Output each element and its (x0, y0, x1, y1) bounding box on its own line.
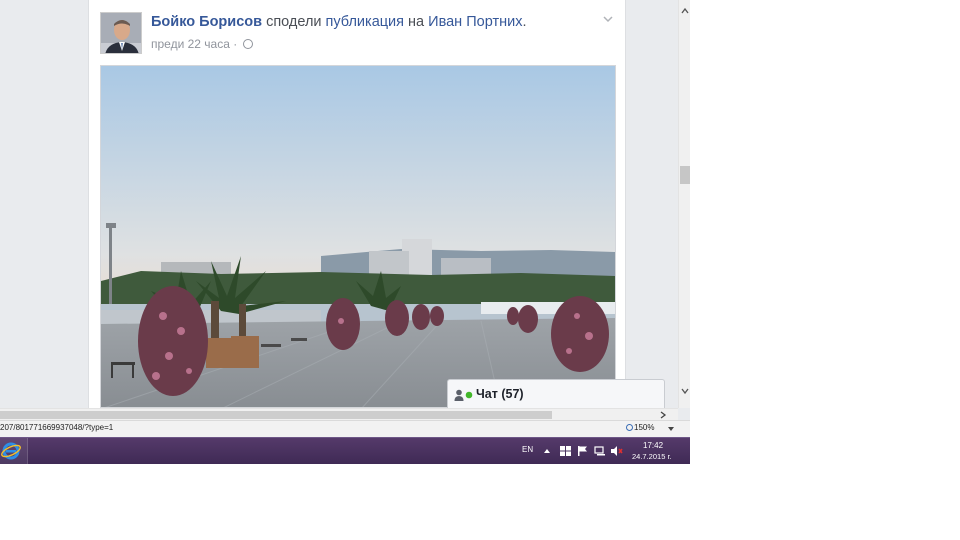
action-center-flag-icon[interactable] (577, 446, 588, 456)
clock-time[interactable]: 17:42 (643, 441, 663, 450)
horizontal-scrollbar[interactable] (0, 408, 678, 420)
shared-post-link[interactable]: публикация (326, 14, 404, 30)
windows-flag-icon[interactable] (560, 446, 571, 456)
show-hidden-icons-icon[interactable] (543, 446, 551, 456)
scroll-down-icon[interactable] (680, 386, 690, 396)
vertical-scroll-thumb[interactable] (680, 166, 690, 184)
internet-explorer-icon (1, 442, 21, 460)
post-timestamp-link[interactable]: преди 22 часа (151, 37, 230, 51)
preposition-text: на (408, 14, 425, 30)
post-meta: преди 22 часа · (151, 37, 253, 51)
zoom-control[interactable]: 150% (626, 423, 654, 432)
globe-icon[interactable] (242, 39, 253, 49)
period-text: . (522, 14, 527, 30)
people-online-icon (454, 389, 473, 401)
network-icon[interactable] (594, 446, 606, 456)
share-action-text: сподели (266, 14, 322, 30)
meta-separator: · (233, 37, 238, 51)
zoom-level: 150% (634, 423, 655, 432)
clock-date[interactable]: 24.7.2015 г. (632, 452, 671, 461)
zoom-icon (626, 424, 633, 431)
author-name-link[interactable]: Бойко Борисов (151, 14, 262, 30)
post-photo[interactable] (100, 65, 616, 408)
volume-muted-icon[interactable] (611, 446, 623, 456)
seaside-promenade-image (101, 66, 615, 407)
vertical-scrollbar[interactable] (678, 0, 690, 408)
scroll-right-icon[interactable] (658, 410, 668, 420)
original-author-link[interactable]: Иван Портних (428, 14, 522, 30)
author-avatar[interactable] (100, 12, 142, 54)
internet-explorer-taskbar-button[interactable] (0, 438, 28, 464)
windows-taskbar: EN 17:42 24.7.2015 г. (0, 437, 690, 464)
status-url: 207/801771669937048/?type=1 (0, 423, 114, 432)
browser-window: Бойко Борисов сподели публикация на Иван… (0, 0, 690, 464)
post-header: Бойко Борисов сподели публикация на Иван… (151, 14, 526, 30)
chat-label: Чат (57) (476, 387, 524, 401)
language-indicator[interactable]: EN (522, 445, 533, 454)
post-card: Бойко Борисов сподели публикация на Иван… (88, 0, 626, 408)
browser-status-bar: 207/801771669937048/?type=1 150% (0, 420, 690, 437)
zoom-dropdown-icon[interactable] (668, 427, 674, 431)
horizontal-scroll-thumb[interactable] (0, 411, 552, 419)
scroll-up-icon[interactable] (680, 6, 690, 16)
facebook-page: Бойко Борисов сподели публикация на Иван… (0, 0, 678, 408)
chat-tab[interactable]: Чат (57) (447, 379, 665, 408)
chevron-down-icon[interactable] (601, 12, 615, 26)
